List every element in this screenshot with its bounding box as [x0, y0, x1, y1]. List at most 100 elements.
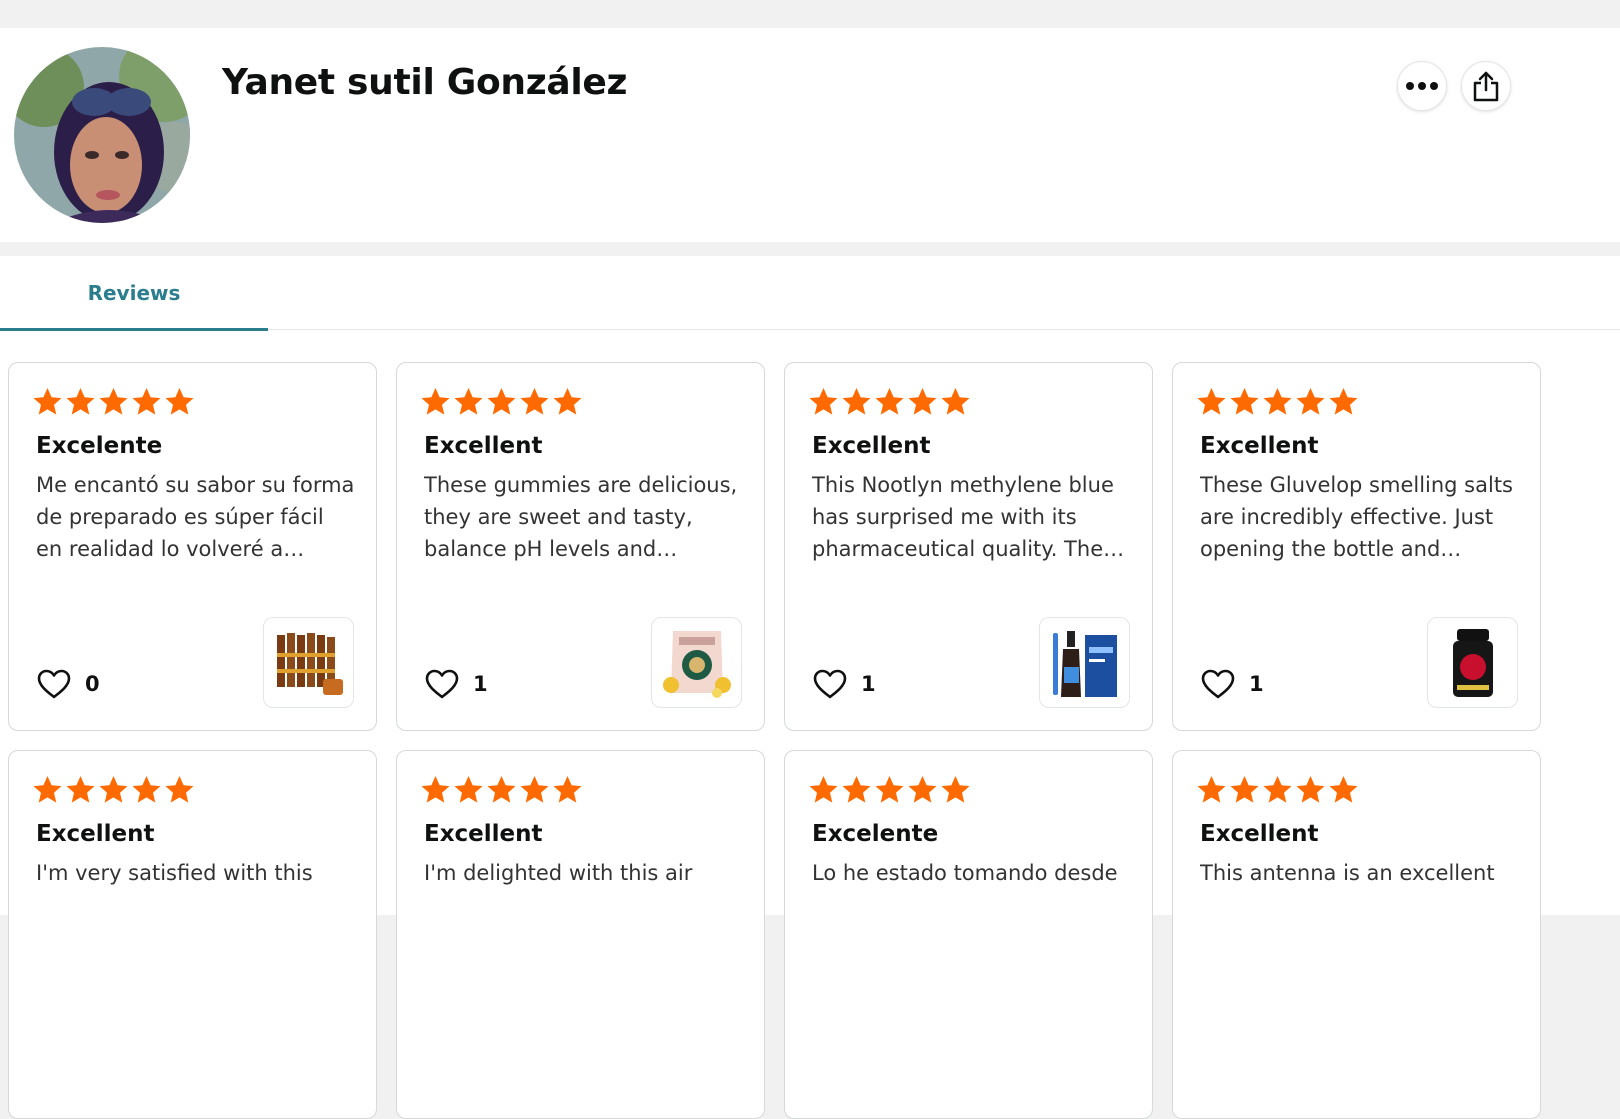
star-rating — [807, 385, 972, 418]
like-button[interactable]: 0 — [37, 669, 100, 699]
review-text: Lo he estado tomando desde — [812, 861, 1118, 885]
star-icon — [487, 776, 516, 803]
review-title: Excellent — [36, 821, 155, 847]
star-icon — [809, 388, 838, 415]
star-icon — [99, 388, 128, 415]
reviews-grid: Excelente Me encantó su sabor su forma d… — [8, 362, 1541, 1119]
review-card[interactable]: Excellent These gummies are delicious, t… — [396, 362, 765, 731]
star-icon — [941, 776, 970, 803]
review-card[interactable]: Excellent This antenna is an excellent — [1172, 750, 1541, 1119]
star-icon — [33, 776, 62, 803]
star-icon — [421, 388, 450, 415]
star-icon — [1296, 388, 1325, 415]
star-rating — [419, 385, 584, 418]
star-icon — [553, 776, 582, 803]
like-button[interactable]: 1 — [1201, 669, 1264, 699]
star-rating — [1195, 385, 1360, 418]
like-count: 1 — [473, 672, 488, 696]
star-icon — [132, 776, 161, 803]
star-icon — [1329, 776, 1358, 803]
star-icon — [1329, 388, 1358, 415]
star-icon — [520, 776, 549, 803]
star-icon — [875, 388, 904, 415]
star-icon — [1230, 776, 1259, 803]
like-count: 0 — [85, 672, 100, 696]
star-icon — [421, 776, 450, 803]
like-count: 1 — [861, 672, 876, 696]
star-rating — [807, 773, 972, 806]
star-icon — [99, 776, 128, 803]
top-strip — [0, 0, 1620, 28]
tab-reviews[interactable]: Reviews — [0, 256, 268, 331]
star-rating — [31, 773, 196, 806]
heart-icon — [425, 669, 459, 699]
star-rating — [31, 385, 196, 418]
product-thumbnail[interactable] — [651, 617, 742, 708]
star-icon — [454, 388, 483, 415]
star-icon — [165, 388, 194, 415]
product-thumbnail[interactable] — [263, 617, 354, 708]
star-icon — [132, 388, 161, 415]
product-thumbnail[interactable] — [1427, 617, 1518, 708]
star-rating — [419, 773, 584, 806]
star-icon — [842, 776, 871, 803]
review-text: I'm very satisfied with this — [36, 861, 313, 885]
review-text: Me encantó su sabor su forma de preparad… — [36, 473, 355, 561]
star-icon — [66, 776, 95, 803]
star-icon — [1230, 388, 1259, 415]
star-icon — [1263, 776, 1292, 803]
more-dots-icon — [1406, 82, 1438, 90]
avatar[interactable] — [14, 47, 190, 223]
heart-icon — [37, 669, 71, 699]
review-card[interactable]: Excelente Me encantó su sabor su forma d… — [8, 362, 377, 731]
review-title: Excellent — [1200, 821, 1319, 847]
like-button[interactable]: 1 — [425, 669, 488, 699]
review-card[interactable]: Excellent This Nootlyn methylene blue ha… — [784, 362, 1153, 731]
star-icon — [553, 388, 582, 415]
more-options-button[interactable] — [1397, 61, 1447, 111]
profile-header: Yanet sutil González — [0, 28, 1620, 242]
star-icon — [1296, 776, 1325, 803]
review-text: This antenna is an excellent — [1200, 861, 1495, 885]
heart-icon — [1201, 669, 1235, 699]
review-title: Excellent — [812, 433, 931, 459]
star-icon — [842, 388, 871, 415]
star-icon — [809, 776, 838, 803]
star-icon — [908, 388, 937, 415]
review-text: These Gluvelop smelling salts are incred… — [1200, 473, 1514, 561]
heart-icon — [813, 669, 847, 699]
review-text: I'm delighted with this air — [424, 861, 693, 885]
star-icon — [165, 776, 194, 803]
review-title: Excelente — [812, 821, 939, 847]
star-rating — [1195, 773, 1360, 806]
review-title: Excellent — [1200, 433, 1319, 459]
like-count: 1 — [1249, 672, 1264, 696]
profile-name: Yanet sutil González — [222, 62, 628, 103]
review-card[interactable]: Excelente Lo he estado tomando desde — [784, 750, 1153, 1119]
star-icon — [908, 776, 937, 803]
star-icon — [1197, 388, 1226, 415]
review-card[interactable]: Excellent I'm very satisfied with this — [8, 750, 377, 1119]
dropper-bottle-image — [1052, 630, 1117, 697]
review-title: Excellent — [424, 433, 543, 459]
review-text: These gummies are delicious, they are sw… — [424, 473, 738, 561]
star-icon — [941, 388, 970, 415]
star-icon — [1197, 776, 1226, 803]
star-icon — [520, 388, 549, 415]
review-card[interactable]: Excellent I'm delighted with this air — [396, 750, 765, 1119]
star-icon — [66, 388, 95, 415]
review-title: Excellent — [424, 821, 543, 847]
review-title: Excelente — [36, 433, 163, 459]
smelling-salts-bottle-image — [1452, 628, 1493, 697]
like-button[interactable]: 1 — [813, 669, 876, 699]
star-icon — [1263, 388, 1292, 415]
star-icon — [875, 776, 904, 803]
reviews-section: Reviews Excelente Me encantó su sabor su… — [0, 256, 1620, 1119]
star-icon — [33, 388, 62, 415]
tab-bar: Reviews — [0, 256, 1620, 331]
review-card[interactable]: Excellent These Gluvelop smelling salts … — [1172, 362, 1541, 731]
product-thumbnail[interactable] — [1039, 617, 1130, 708]
review-text: This Nootlyn methylene blue has surprise… — [812, 473, 1125, 561]
share-button[interactable] — [1461, 61, 1511, 111]
star-icon — [454, 776, 483, 803]
